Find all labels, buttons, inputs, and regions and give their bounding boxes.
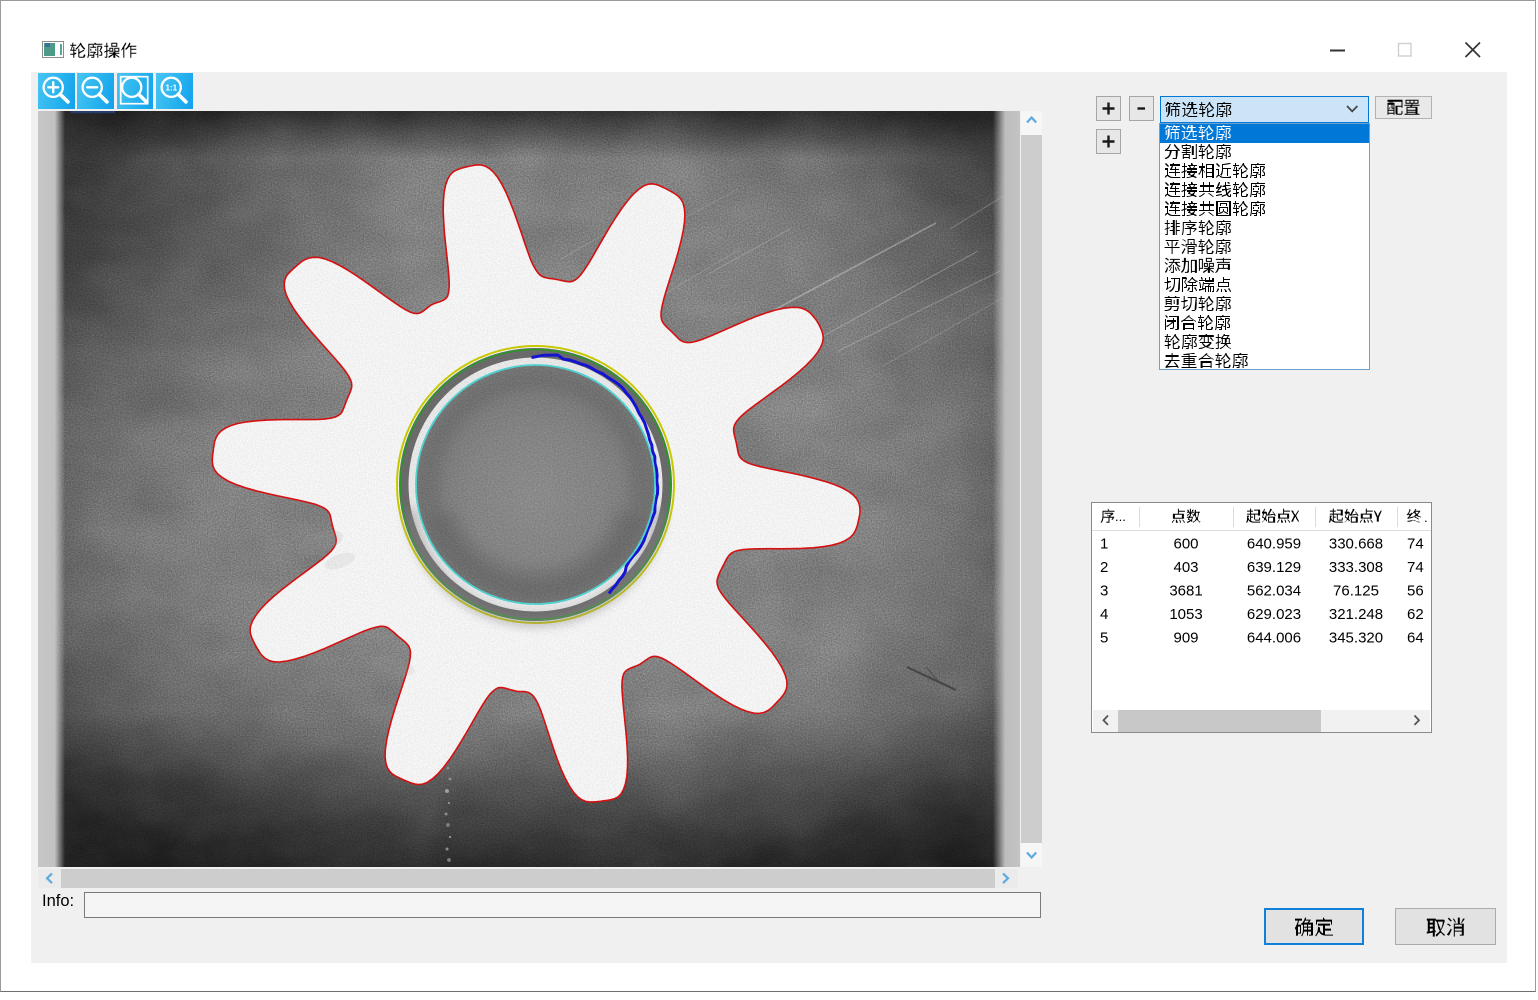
svg-text:403: 403 <box>1173 559 1198 576</box>
svg-text:3: 3 <box>1100 583 1108 600</box>
svg-text:74: 74 <box>1407 536 1424 553</box>
svg-text:909: 909 <box>1173 630 1198 647</box>
svg-text:1053: 1053 <box>1169 606 1202 623</box>
svg-text:321.248: 321.248 <box>1329 606 1383 623</box>
svg-text:Info:: Info: <box>42 892 74 910</box>
svg-text:76.125: 76.125 <box>1333 583 1379 600</box>
svg-text:639.129: 639.129 <box>1247 559 1301 576</box>
svg-text:600: 600 <box>1173 536 1198 553</box>
svg-text:...: ... <box>1115 509 1126 524</box>
svg-text:4: 4 <box>1100 606 1108 623</box>
svg-text:640.959: 640.959 <box>1247 536 1301 553</box>
svg-text:345.320: 345.320 <box>1329 630 1383 647</box>
svg-text:562.034: 562.034 <box>1247 583 1301 600</box>
svg-text:330.668: 330.668 <box>1329 536 1383 553</box>
svg-text:5: 5 <box>1100 630 1108 647</box>
svg-text:64: 64 <box>1407 630 1424 647</box>
svg-text:629.023: 629.023 <box>1247 606 1301 623</box>
svg-text:.: . <box>1424 510 1428 525</box>
svg-text:1: 1 <box>1100 536 1108 553</box>
svg-text:74: 74 <box>1407 559 1424 576</box>
svg-text:1:1: 1:1 <box>166 84 178 93</box>
svg-text:56: 56 <box>1407 583 1424 600</box>
svg-text:3681: 3681 <box>1169 583 1202 600</box>
svg-text:62: 62 <box>1407 606 1424 623</box>
svg-text:644.006: 644.006 <box>1247 630 1301 647</box>
svg-text:333.308: 333.308 <box>1329 559 1383 576</box>
svg-text:2: 2 <box>1100 559 1108 576</box>
